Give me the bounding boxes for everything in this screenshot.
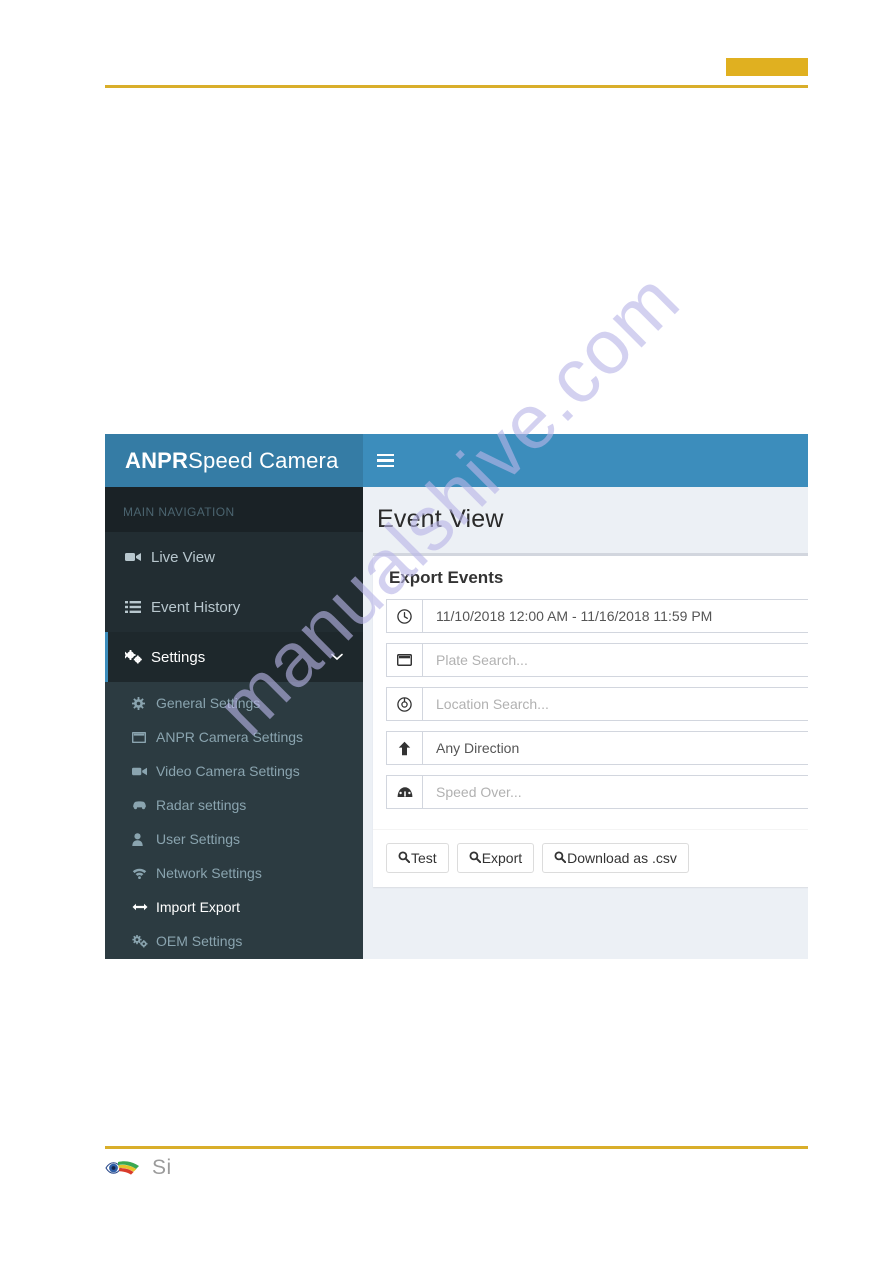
window-icon — [132, 731, 156, 743]
gear-icon — [132, 696, 156, 710]
plate-search-input[interactable]: Plate Search... — [422, 643, 808, 677]
panel-body: 11/10/2018 12:00 AM - 11/16/2018 11:59 P… — [373, 599, 808, 829]
video-camera-icon — [132, 766, 156, 777]
field-date-range: 11/10/2018 12:00 AM - 11/16/2018 11:59 P… — [386, 599, 808, 633]
sidebar-item-radar-settings[interactable]: Radar settings — [105, 788, 363, 822]
app-logo[interactable]: ANPRSpeed Camera — [105, 434, 363, 487]
date-range-input[interactable]: 11/10/2018 12:00 AM - 11/16/2018 11:59 P… — [422, 599, 808, 633]
direction-select[interactable]: Any Direction — [422, 731, 808, 765]
export-button[interactable]: Export — [456, 843, 535, 873]
location-search-input[interactable]: Location Search... — [422, 687, 808, 721]
button-label: Test — [411, 850, 437, 866]
speed-over-input[interactable]: Speed Over... — [422, 775, 808, 809]
crosshair-icon — [386, 687, 422, 721]
field-speed-over: Speed Over... — [386, 775, 808, 809]
app-navbar — [363, 434, 808, 487]
sidebar-item-video-camera-settings[interactable]: Video Camera Settings — [105, 754, 363, 788]
field-plate-search: Plate Search... — [386, 643, 808, 677]
submenu-item-label: Radar settings — [156, 797, 247, 813]
field-direction: Any Direction — [386, 731, 808, 765]
page-header-rule — [105, 85, 808, 88]
panel-title: Export Events — [389, 568, 504, 587]
sidebar: MAIN NAVIGATION Live View Event History — [105, 487, 363, 959]
submenu-item-label: Video Camera Settings — [156, 763, 300, 779]
sidebar-item-import-export[interactable]: Import Export — [105, 890, 363, 924]
sidebar-item-settings[interactable]: Settings — [105, 632, 363, 682]
field-location-search: Location Search... — [386, 687, 808, 721]
footer-logo: Si — [104, 1156, 172, 1180]
tachometer-icon — [386, 775, 422, 809]
sidebar-item-label: Event History — [151, 598, 241, 616]
eye-rainbow-logo-icon — [104, 1157, 146, 1179]
search-icon — [398, 851, 411, 865]
footer-logo-text: Si — [152, 1156, 172, 1179]
sidebar-item-general-settings[interactable]: General Settings — [105, 686, 363, 720]
video-camera-icon — [125, 551, 151, 563]
gears-icon — [132, 934, 156, 948]
content-area: Event View Export Events 11/10/2018 12:0… — [363, 487, 808, 959]
sidebar-item-label: Live View — [151, 548, 215, 566]
sidebar-item-network-settings[interactable]: Network Settings — [105, 856, 363, 890]
user-icon — [132, 832, 156, 846]
submenu-item-label: General Settings — [156, 695, 261, 711]
submenu-item-label: OEM Settings — [156, 933, 243, 949]
sidebar-submenu-settings: General Settings ANPR Camera Settings Vi… — [105, 682, 363, 959]
content-header: Event View — [363, 487, 808, 550]
sidebar-item-user-settings[interactable]: User Settings — [105, 822, 363, 856]
sidebar-heading: MAIN NAVIGATION — [105, 487, 363, 532]
list-icon — [125, 601, 151, 613]
hamburger-icon[interactable] — [363, 434, 407, 487]
page-title: Event View — [377, 505, 504, 533]
plate-icon — [386, 643, 422, 677]
search-icon — [469, 851, 481, 865]
sidebar-item-anpr-camera-settings[interactable]: ANPR Camera Settings — [105, 720, 363, 754]
search-icon — [554, 851, 567, 865]
submenu-item-label: User Settings — [156, 831, 241, 847]
wifi-icon — [132, 868, 156, 879]
button-label: Download as .csv — [567, 850, 677, 866]
sidebar-item-label: Settings — [151, 648, 206, 666]
car-icon — [132, 800, 156, 810]
submenu-item-label: ANPR Camera Settings — [156, 729, 304, 745]
sidebar-item-live-view[interactable]: Live View — [105, 532, 363, 582]
sidebar-item-oem-settings[interactable]: OEM Settings — [105, 924, 363, 958]
export-events-panel: Export Events 11/10/2018 12:00 AM - 11/1… — [373, 553, 808, 887]
sidebar-item-event-history[interactable]: Event History — [105, 582, 363, 632]
app-header: ANPRSpeed Camera — [105, 434, 808, 487]
submenu-item-label: Import Export — [156, 899, 241, 915]
download-csv-button[interactable]: Download as .csv — [542, 843, 689, 873]
app-logo-bold: ANPR — [125, 447, 189, 473]
page-header-swatch — [726, 58, 808, 76]
test-button[interactable]: Test — [386, 843, 449, 873]
application-screenshot: ANPRSpeed Camera MAIN NAVIGATION Live Vi… — [105, 434, 808, 959]
app-logo-text: ANPRSpeed Camera — [125, 448, 339, 474]
panel-footer: Test Export Download as .csv — [373, 829, 808, 887]
page-footer-rule — [105, 1146, 808, 1149]
chevron-down-icon — [331, 650, 343, 664]
app-logo-regular: Speed Camera — [188, 447, 339, 473]
button-label: Export — [481, 850, 523, 866]
arrow-up-icon — [386, 731, 422, 765]
submenu-item-label: Network Settings — [156, 865, 262, 881]
gears-icon — [125, 650, 151, 664]
clock-icon — [386, 599, 422, 633]
arrows-h-icon — [132, 902, 156, 912]
